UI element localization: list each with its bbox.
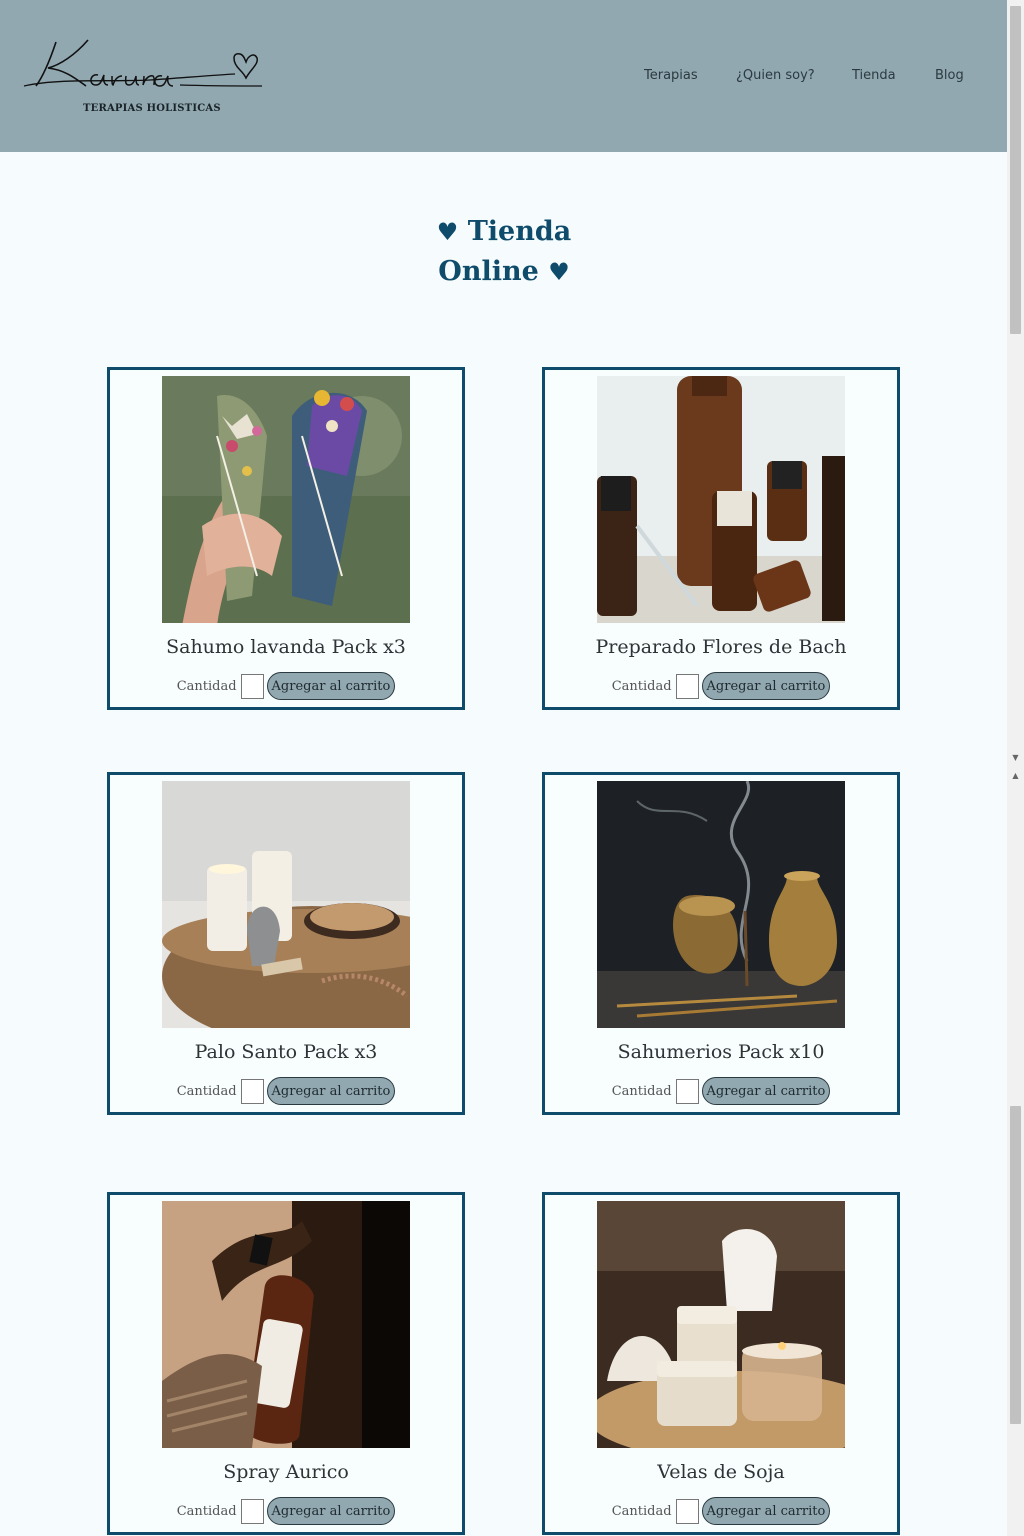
add-to-cart-button[interactable]: Agregar al carrito — [266, 1497, 396, 1525]
product-card: Sahumo lavanda Pack x3 Cantidad Agregar … — [107, 367, 465, 710]
product-image[interactable] — [597, 781, 845, 1028]
add-to-cart-row: Cantidad Agregar al carrito — [110, 672, 462, 700]
scroll-up-arrow-icon[interactable]: ▲ — [1010, 771, 1021, 781]
page-scrollbar[interactable]: ▼ ▲ — [1007, 0, 1024, 1536]
quantity-label: Cantidad — [611, 678, 672, 694]
quantity-input[interactable] — [240, 673, 264, 699]
product-image[interactable] — [597, 376, 845, 623]
karuna-script-logo — [23, 39, 263, 87]
add-to-cart-row: Cantidad Agregar al carrito — [110, 1497, 462, 1525]
heart-icon: ♥ — [548, 257, 570, 286]
scrollbar-thumb-lower[interactable] — [1010, 1106, 1021, 1424]
brand-tagline: TERAPIAS HOLISTICAS — [83, 103, 221, 114]
product-name: Spray Aurico — [223, 1461, 349, 1483]
add-to-cart-button[interactable]: Agregar al carrito — [701, 672, 831, 700]
add-to-cart-button[interactable]: Agregar al carrito — [701, 1497, 831, 1525]
site-header: TERAPIAS HOLISTICAS Terapias ¿Quien soy?… — [0, 0, 1007, 152]
add-to-cart-row: Cantidad Agregar al carrito — [545, 1497, 897, 1525]
quantity-input[interactable] — [240, 1078, 264, 1104]
quantity-input[interactable] — [675, 1078, 699, 1104]
product-name: Velas de Soja — [657, 1461, 785, 1483]
quantity-label: Cantidad — [176, 1083, 237, 1099]
brand-logo[interactable]: TERAPIAS HOLISTICAS — [20, 30, 270, 120]
product-image[interactable] — [597, 1201, 845, 1448]
product-card: Palo Santo Pack x3 Cantidad Agregar al c… — [107, 772, 465, 1115]
add-to-cart-button[interactable]: Agregar al carrito — [701, 1077, 831, 1105]
scrollbar-thumb-upper[interactable] — [1010, 6, 1021, 334]
product-card: Preparado Flores de Bach Cantidad Agrega… — [542, 367, 900, 710]
product-image[interactable] — [162, 781, 410, 1028]
product-name: Sahumerios Pack x10 — [617, 1041, 825, 1063]
product-card: Sahumerios Pack x10 Cantidad Agregar al … — [542, 772, 900, 1115]
quantity-label: Cantidad — [176, 678, 237, 694]
quantity-label: Cantidad — [611, 1503, 672, 1519]
quantity-label: Cantidad — [176, 1503, 237, 1519]
page-title: ♥ Tienda Online ♥ — [404, 212, 604, 292]
product-image[interactable] — [162, 376, 410, 623]
scroll-down-arrow-icon[interactable]: ▼ — [1010, 753, 1021, 763]
add-to-cart-button[interactable]: Agregar al carrito — [266, 1077, 396, 1105]
product-image[interactable] — [162, 1201, 410, 1448]
quantity-input[interactable] — [675, 673, 699, 699]
nav-blog[interactable]: Blog — [935, 68, 964, 83]
nav-terapias[interactable]: Terapias — [644, 68, 698, 83]
nav-tienda[interactable]: Tienda — [852, 68, 896, 83]
add-to-cart-button[interactable]: Agregar al carrito — [266, 672, 396, 700]
heart-icon: ♥ — [436, 217, 459, 246]
add-to-cart-row: Cantidad Agregar al carrito — [110, 1077, 462, 1105]
page-title-line1: Tienda — [467, 216, 572, 247]
product-name: Sahumo lavanda Pack x3 — [166, 636, 406, 658]
page-title-line2: Online — [438, 256, 539, 287]
add-to-cart-row: Cantidad Agregar al carrito — [545, 672, 897, 700]
product-name: Palo Santo Pack x3 — [194, 1041, 378, 1063]
quantity-label: Cantidad — [611, 1083, 672, 1099]
quantity-input[interactable] — [675, 1498, 699, 1524]
product-card: Spray Aurico Cantidad Agregar al carrito — [107, 1192, 465, 1535]
add-to-cart-row: Cantidad Agregar al carrito — [545, 1077, 897, 1105]
nav-quien-soy[interactable]: ¿Quien soy? — [736, 68, 815, 83]
quantity-input[interactable] — [240, 1498, 264, 1524]
product-card: Velas de Soja Cantidad Agregar al carrit… — [542, 1192, 900, 1535]
product-name: Preparado Flores de Bach — [595, 636, 847, 658]
